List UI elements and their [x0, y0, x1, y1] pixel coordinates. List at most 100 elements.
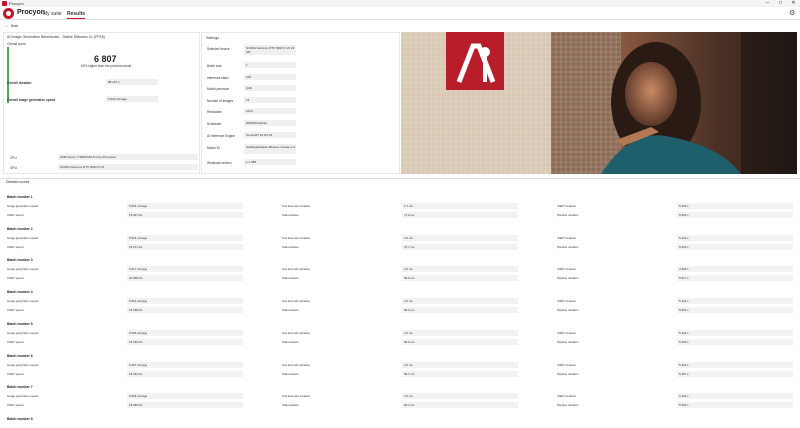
section-divider — [0, 178, 800, 179]
metric-value-gen: 5.501 s/image — [127, 298, 243, 305]
top-nav: Procyon My suite Results ⚙ — [0, 7, 800, 20]
overall-duration-label: Overall duration — [7, 81, 32, 85]
back-bar: ← Back — [0, 21, 800, 31]
settings-label: AI Inference Engine — [207, 134, 235, 138]
overall-speed-value: 5.509 s/image — [106, 96, 158, 102]
metric-label-pipe: Pipeline duration — [557, 276, 579, 281]
metric-label-gen: Image generation speed — [7, 299, 39, 304]
metric-label-gen: Image generation speed — [7, 362, 39, 367]
brand-name: Procyon — [17, 9, 46, 16]
metric-label-te: Text Encoder duration — [282, 204, 311, 208]
metric-value-unet-dur: 5.444 s — [677, 234, 793, 241]
metric-label-unet-speed: UNET speed — [7, 371, 24, 376]
settings-label: Number of images — [207, 99, 234, 103]
settings-value: TensorRT 10.8.0.43 — [244, 132, 296, 138]
overall-score: 6 807 — [94, 54, 117, 64]
settings-value: 1024 — [244, 108, 296, 114]
result-panel: AI Image Generation Benchmark - Stable D… — [3, 32, 200, 174]
settings-label: Batch size — [207, 64, 222, 68]
benchmark-hero-image — [401, 32, 797, 174]
maximize-button[interactable]: □ — [774, 0, 787, 7]
metric-value-vae: 68.3 ms — [402, 307, 518, 314]
overall-speed-label: Overall image generation speed — [7, 98, 56, 102]
batch-title: Batch number 6 — [7, 353, 33, 358]
gpu-label: GPU — [10, 166, 17, 170]
metric-value-unet-speed: 18.458 it/s — [127, 307, 243, 314]
metric-value-vae: 68.9 ms — [402, 338, 518, 345]
metric-label-unet-speed: UNET speed — [7, 403, 24, 408]
procyon-logo-icon — [3, 8, 14, 19]
metric-value-te: 2.7 ms — [402, 203, 518, 209]
metric-label-gen: Image generation speed — [7, 394, 39, 399]
overall-score-label: Overall score — [7, 42, 26, 46]
close-button[interactable]: ✕ — [787, 0, 800, 7]
settings-title: Settings — [206, 36, 219, 40]
title-bar: Procyon ─ □ ✕ — [0, 0, 800, 7]
metric-value-unet-speed: 18.467 it/s — [127, 212, 243, 218]
metric-label-unet-dur: UNET duration — [557, 330, 577, 335]
metric-label-vae: VAE duration — [282, 308, 299, 313]
metric-label-pipe: Pipeline duration — [557, 339, 579, 344]
nav-my-suite[interactable]: My suite — [43, 11, 62, 17]
metric-value-vae: 70.7 ms — [402, 243, 518, 250]
batch-title: Batch number 7 — [7, 385, 33, 390]
metric-value-unet-speed: 18.459 it/s — [127, 338, 243, 345]
metric-label-pipe: Pipeline duration — [557, 213, 579, 217]
batch-title: Batch number 1 — [7, 195, 33, 199]
score-bar — [7, 47, 9, 103]
hero-illustration — [401, 32, 797, 174]
back-arrow-icon[interactable]: ← — [5, 23, 10, 29]
cpu-value: AMD Ryzen 7 9800X3D 8-Core Processor — [58, 154, 198, 160]
metric-label-unet-speed: UNET speed — [7, 244, 24, 249]
metric-label-te: Text Encoder duration — [282, 267, 311, 272]
metric-value-te: 2.6 ms — [402, 393, 518, 400]
batch-title: Batch number 8 — [7, 416, 33, 421]
settings-label: Inference steps — [207, 76, 229, 80]
metric-value-vae: 69.4 ms — [402, 402, 518, 409]
nav-results[interactable]: Results — [67, 11, 86, 19]
metric-value-pipe: 5.517 s — [677, 275, 793, 282]
metric-value-pipe: 5.497 s — [677, 370, 793, 377]
back-button[interactable]: Back — [11, 24, 18, 28]
metric-label-pipe: Pipeline duration — [557, 403, 579, 408]
metric-label-unet-dur: UNET duration — [557, 267, 577, 272]
metric-value-unet-dur: 4.928 s — [677, 266, 793, 273]
metric-value-unet-dur: 5.424 s — [677, 298, 793, 305]
metric-value-unet-dur: 5.422 s — [677, 393, 793, 400]
metric-label-pipe: Pipeline duration — [557, 371, 579, 376]
settings-value: DDIMScheduler — [244, 120, 296, 126]
gear-icon[interactable]: ⚙ — [789, 10, 796, 17]
metric-value-vae: 69.9 ms — [402, 275, 518, 282]
metric-label-gen: Image generation speed — [7, 330, 39, 335]
metric-value-te: 2.5 ms — [402, 266, 518, 273]
metric-value-vae: 71.0 ms — [402, 212, 518, 218]
minimize-button[interactable]: ─ — [761, 0, 774, 7]
batch-title: Batch number 2 — [7, 226, 33, 231]
metric-label-te: Text Encoder duration — [282, 362, 311, 367]
metric-label-gen: Image generation speed — [7, 267, 39, 272]
metric-label-vae: VAE duration — [282, 244, 299, 249]
metric-value-unet-dur: 5.423 s — [677, 329, 793, 336]
metric-label-te: Text Encoder duration — [282, 330, 311, 335]
gpu-value: NVIDIA GeForce RTX 5090 D V2 — [58, 164, 198, 170]
metric-value-gen: 5.502 s/image — [127, 393, 243, 400]
batch-title: Batch number 4 — [7, 290, 33, 295]
metric-value-pipe: 5.506 s — [677, 338, 793, 345]
metric-label-unet-speed: UNET speed — [7, 308, 24, 313]
metric-label-unet-dur: UNET duration — [557, 235, 577, 240]
benchmark-title: AI Image Generation Benchmark - Stable D… — [7, 35, 105, 39]
settings-value: stabilityai/stable-diffusion-xl-base-1.0 — [244, 144, 296, 154]
metric-value-gen: 5.523 s/image — [127, 234, 243, 241]
metric-label-vae: VAE duration — [282, 371, 299, 376]
settings-value: 16 — [244, 97, 296, 103]
metric-value-unet-speed: 20.288 it/s — [127, 275, 243, 282]
settings-label: Model ID — [207, 146, 220, 150]
score-compare: 62% higher than the previous result — [81, 64, 132, 68]
metric-label-vae: VAE duration — [282, 276, 299, 281]
metric-value-unet-dur: 5.403 s — [677, 203, 793, 209]
metric-label-vae: VAE duration — [282, 213, 299, 217]
metric-label-unet-dur: UNET duration — [557, 299, 577, 304]
window-title: Procyon — [9, 1, 24, 6]
metric-value-te: 2.6 ms — [402, 329, 518, 336]
settings-value: 100 — [244, 74, 296, 80]
